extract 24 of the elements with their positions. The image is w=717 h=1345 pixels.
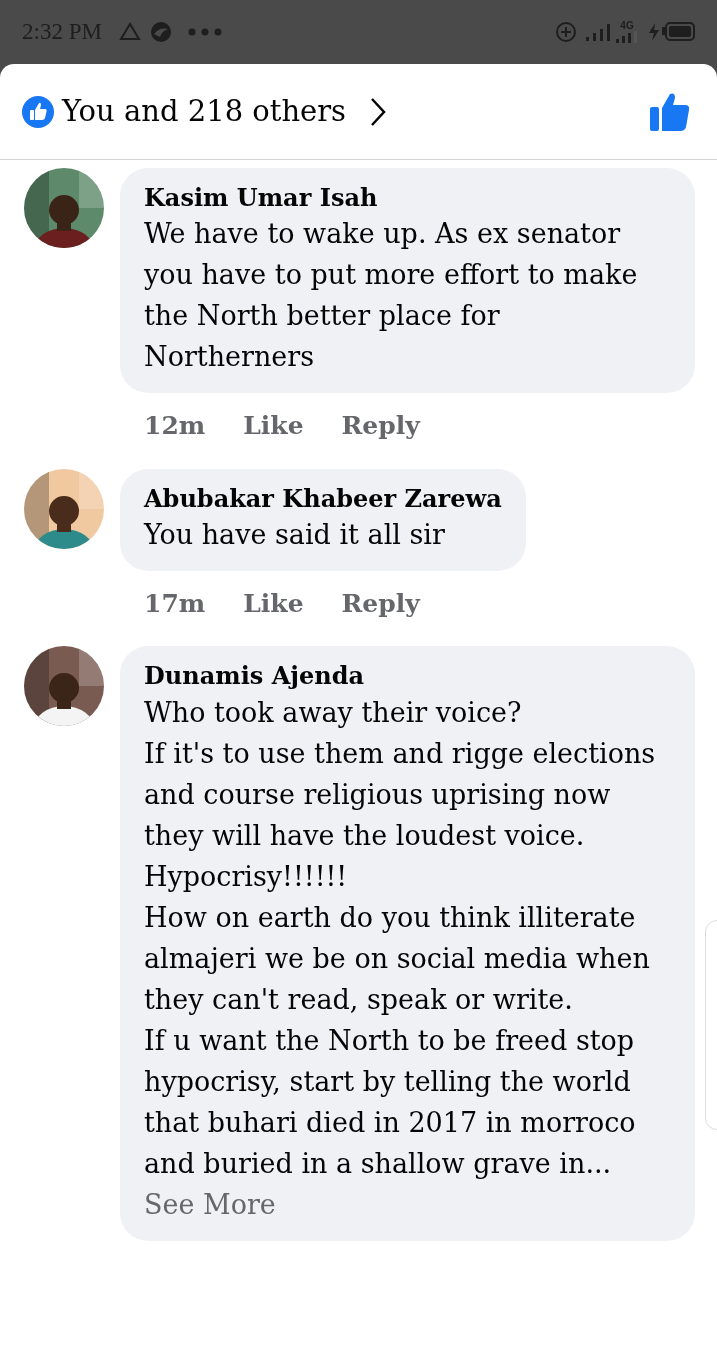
- thumbs-up-icon[interactable]: [649, 91, 691, 132]
- like-link[interactable]: Like: [243, 407, 304, 445]
- comment-text: We have to wake up. As ex senator you have to put more effort to make the North better place for Northerners: [144, 217, 639, 375]
- comment-time: 17m: [144, 587, 206, 620]
- battery-icon: [661, 22, 695, 42]
- data-saver-icon: [555, 21, 577, 43]
- like-link[interactable]: Like: [243, 584, 304, 623]
- triangle-icon: [117, 22, 142, 42]
- chevron-right-icon[interactable]: [370, 96, 386, 127]
- more-icon: [187, 28, 222, 36]
- reply-link[interactable]: Reply: [341, 584, 420, 623]
- comment-time: 12m: [144, 410, 206, 443]
- comment-text: Who took away their voice? If it's to use them and rigge elections and course religious uprising now they will have the loudest voice. Hypocrisy!!!!!! How on earth do you think illiterate almajeri we be on social media when they can't read, speak or write. If u want the North to be freed stop hypocrisy, start by telling the world that buhari died in 2017 in morroco and buried in a shallow grave in... See More: [144, 695, 657, 1222]
- charging-icon: [647, 22, 661, 42]
- comment-author[interactable]: Abubakar Khabeer Zarewa: [144, 482, 502, 514]
- reply-link[interactable]: Reply: [341, 407, 420, 445]
- signal-icon: [585, 23, 611, 41]
- comment-text: You have said it all sir: [144, 517, 446, 552]
- like-reaction-icon: [22, 95, 54, 128]
- comment-author[interactable]: Dunamis Ajenda: [144, 660, 671, 692]
- comment-author[interactable]: Kasim Umar Isah: [144, 182, 671, 214]
- see-more-link[interactable]: See More: [144, 1188, 276, 1220]
- reactions-summary[interactable]: You and 218 others: [62, 89, 346, 134]
- signal-icon: [615, 31, 639, 43]
